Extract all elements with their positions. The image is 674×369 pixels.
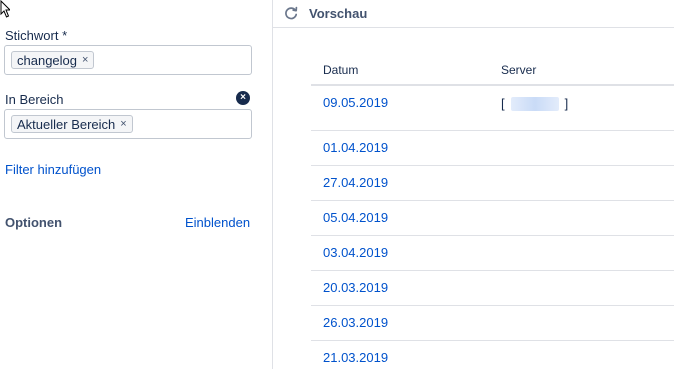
options-label: Optionen (5, 215, 63, 230)
table-row: 03.04.2019 (311, 236, 674, 271)
mouse-pointer-icon (0, 0, 10, 18)
table-row: 20.03.2019 (311, 271, 674, 306)
scope-tag-text: Aktueller Bereich (17, 116, 116, 132)
table-row: 01.04.2019 (311, 131, 674, 166)
row-date-link[interactable]: 20.03.2019 (323, 280, 388, 295)
scope-tag-remove-icon[interactable]: × (120, 118, 126, 130)
scope-tag: Aktueller Bereich × (11, 115, 133, 133)
table-row: 26.03.2019 (311, 306, 674, 341)
filter-panel: Stichwort * changelog × In Bereich × Akt… (0, 0, 272, 369)
server-bracket-open: [ (501, 96, 505, 111)
add-filter-link[interactable]: Filter hinzufügen (5, 162, 101, 177)
row-date-link[interactable]: 05.04.2019 (323, 210, 388, 225)
server-placeholder (510, 96, 559, 111)
table-header: Datum Server (311, 58, 674, 86)
macro-editor: Stichwort * changelog × In Bereich × Akt… (0, 0, 674, 369)
scope-input[interactable]: Aktueller Bereich × (4, 109, 252, 139)
preview-header: Vorschau (273, 0, 674, 28)
keyword-label: Stichwort * (5, 28, 68, 43)
table-row: 21.03.2019 (311, 341, 674, 369)
server-bracket-close: ] (564, 96, 569, 111)
keyword-tag: changelog × (11, 51, 95, 69)
column-header-server: Server (501, 63, 537, 77)
row-date-link[interactable]: 01.04.2019 (323, 140, 388, 155)
scope-label: In Bereich (5, 92, 64, 107)
row-date-link[interactable]: 21.03.2019 (323, 350, 388, 365)
refresh-icon[interactable] (283, 5, 299, 21)
preview-title: Vorschau (309, 6, 368, 21)
row-date-link[interactable]: 03.04.2019 (323, 245, 388, 260)
keyword-tag-remove-icon[interactable]: × (82, 54, 88, 66)
row-date-link[interactable]: 09.05.2019 (323, 95, 388, 110)
table-row: 27.04.2019 (311, 166, 674, 201)
table-row: 05.04.2019 (311, 201, 674, 236)
keyword-input[interactable]: changelog × (4, 45, 252, 75)
row-date-link[interactable]: 26.03.2019 (323, 315, 388, 330)
preview-table: Datum Server 09.05.2019 [ ] 01.04.2019 2… (311, 58, 674, 369)
clear-circle-icon[interactable]: × (236, 91, 250, 105)
table-row: 09.05.2019 [ ] (311, 86, 674, 131)
preview-panel: Vorschau Datum Server 09.05.2019 [ ] 01.… (273, 0, 674, 369)
row-date-link[interactable]: 27.04.2019 (323, 175, 388, 190)
column-header-date: Datum (323, 63, 359, 77)
keyword-tag-text: changelog (17, 52, 77, 68)
show-options-link[interactable]: Einblenden (185, 215, 250, 230)
row-server: [ ] (501, 96, 568, 111)
